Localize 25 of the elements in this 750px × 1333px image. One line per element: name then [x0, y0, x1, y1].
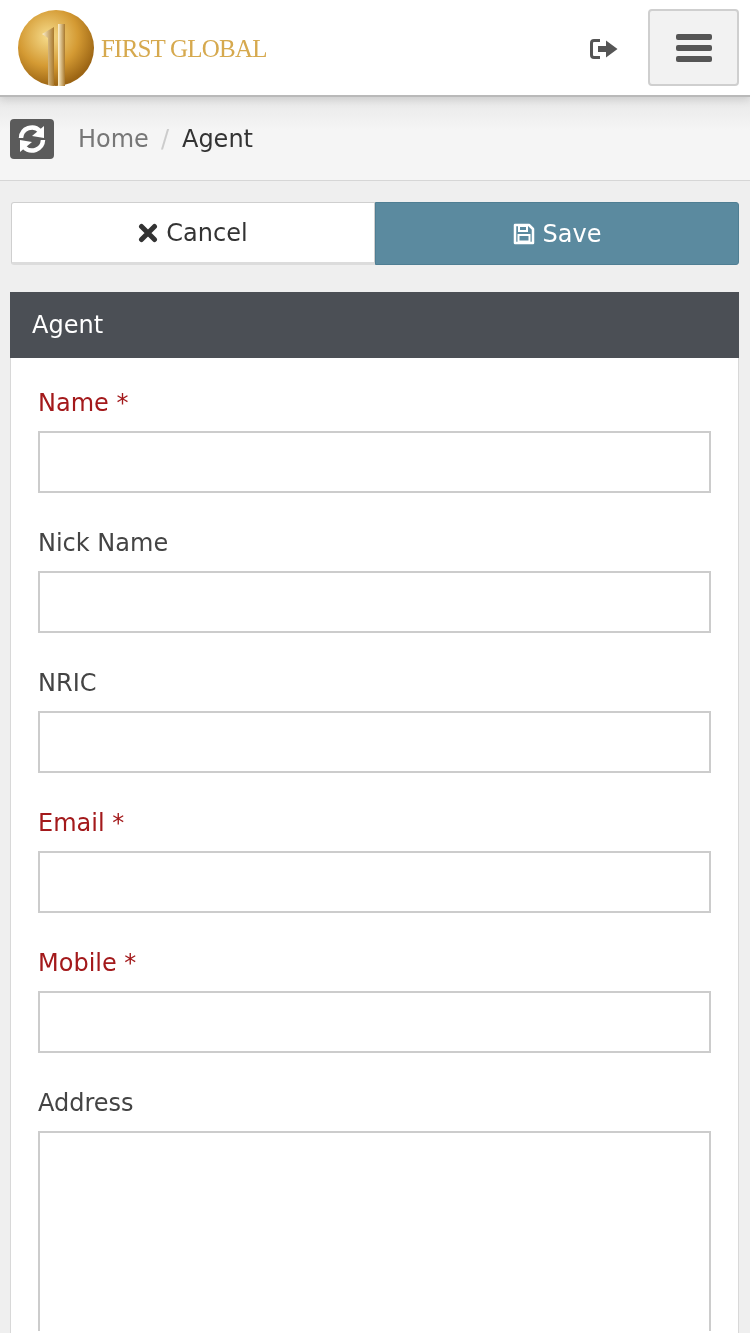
logout-icon[interactable] [589, 37, 619, 60]
breadcrumb-separator: / [159, 124, 170, 153]
panel-title: Agent [32, 311, 104, 339]
input-field[interactable] [38, 991, 711, 1053]
field-label: NRIC [38, 668, 98, 699]
field-label: Name * [38, 388, 130, 419]
refresh-icon[interactable] [10, 118, 54, 159]
menu-icon [675, 33, 712, 62]
save-button[interactable]: Save [375, 202, 739, 265]
field-label: Address [38, 1088, 135, 1119]
menu-button[interactable] [648, 9, 739, 86]
field-label: Nick Name [38, 528, 170, 559]
input-field[interactable] [38, 711, 711, 773]
input-field[interactable] [38, 851, 711, 913]
cross-icon [138, 222, 159, 243]
input-field[interactable] [38, 571, 711, 633]
cancel-button[interactable]: Cancel [11, 202, 375, 265]
textarea-field[interactable] [38, 1131, 711, 1331]
breadcrumb-link[interactable]: Home [78, 124, 149, 153]
field-label: Mobile * [38, 948, 138, 979]
logo-text[interactable]: FIRST GLOBAL [101, 34, 267, 63]
field-label: Email * [38, 808, 126, 839]
input-field[interactable] [38, 431, 711, 493]
breadcrumb-current: Agent [181, 124, 253, 153]
logo-icon[interactable] [16, 7, 96, 88]
